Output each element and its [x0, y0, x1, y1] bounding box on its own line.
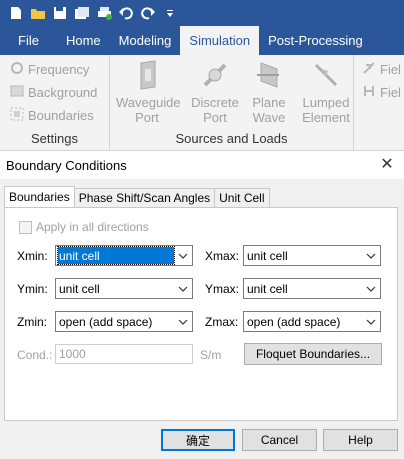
- tab-simulation[interactable]: Simulation: [180, 26, 260, 55]
- zmax-value: open (add space): [247, 314, 341, 329]
- xmin-label: Xmin:: [17, 249, 48, 263]
- xmax-value: unit cell: [247, 248, 288, 263]
- frequency-icon: [10, 61, 24, 78]
- apply-all-directions-label: Apply in all directions: [36, 220, 149, 234]
- apply-all-directions-checkbox[interactable]: Apply in all directions: [19, 220, 149, 234]
- lumped-element-icon: [310, 59, 342, 91]
- xmin-value: unit cell: [57, 246, 175, 265]
- chevron-down-icon: [174, 279, 192, 298]
- background-label: Background: [28, 84, 98, 100]
- ribbon-panel: Frequency Background Boundaries Settings…: [0, 55, 404, 151]
- boundaries-icon: [10, 107, 24, 124]
- field-label-1: Fiel: [380, 61, 401, 77]
- sources-and-loads-group: Waveguide Port Discrete Port Plane Wave …: [110, 55, 354, 151]
- dialog-titlebar: Boundary Conditions ✕: [0, 151, 404, 179]
- chevron-down-icon: [362, 246, 380, 265]
- tab-file[interactable]: File: [0, 26, 57, 55]
- tab-unit-cell[interactable]: Unit Cell: [214, 188, 270, 207]
- tab-post-processing[interactable]: Post-Processing: [259, 26, 372, 55]
- boundaries-label: Boundaries: [28, 107, 94, 123]
- xmax-select[interactable]: unit cell: [243, 245, 381, 266]
- tab-home[interactable]: Home: [57, 26, 110, 55]
- quick-access-toolbar: [0, 0, 404, 26]
- field-monitor-icon: [362, 61, 376, 78]
- ymax-select[interactable]: unit cell: [243, 278, 381, 299]
- field-button-1[interactable]: Fiel: [362, 59, 401, 79]
- zmax-label: Zmax:: [205, 315, 239, 329]
- plane-wave-button[interactable]: Plane Wave: [238, 59, 300, 129]
- discrete-port-icon: [199, 59, 231, 91]
- new-file-icon[interactable]: [8, 5, 24, 21]
- tab-phase-shift[interactable]: Phase Shift/Scan Angles: [73, 188, 216, 207]
- help-button[interactable]: Help: [323, 429, 398, 451]
- tab-modeling[interactable]: Modeling: [110, 26, 181, 55]
- ymax-label: Ymax:: [205, 282, 240, 296]
- dialog-title: Boundary Conditions: [6, 157, 127, 173]
- xmax-label: Xmax:: [205, 249, 240, 263]
- ymin-label: Ymin:: [17, 282, 48, 296]
- cond-unit-label: S/m: [200, 348, 222, 362]
- close-icon[interactable]: ✕: [378, 156, 396, 174]
- waveguide-port-label-1: Waveguide: [116, 95, 181, 110]
- save-all-icon[interactable]: [74, 5, 90, 21]
- zmin-select[interactable]: open (add space): [55, 311, 193, 332]
- frequency-button[interactable]: Frequency: [10, 59, 89, 79]
- ymin-value: unit cell: [59, 281, 100, 296]
- plane-wave-icon: [253, 59, 285, 91]
- undo-icon[interactable]: [118, 5, 134, 21]
- xmin-select[interactable]: unit cell: [55, 245, 193, 266]
- background-button[interactable]: Background: [10, 82, 97, 102]
- ribbon-tabs: File Home Modeling Simulation Post-Proce…: [0, 26, 404, 55]
- ymin-select[interactable]: unit cell: [55, 278, 193, 299]
- field-probe-icon: [362, 84, 376, 101]
- zmax-select[interactable]: open (add space): [243, 311, 381, 332]
- boundaries-button[interactable]: Boundaries: [10, 105, 94, 125]
- floquet-boundaries-button[interactable]: Floquet Boundaries...: [244, 343, 382, 365]
- field-label-2: Fiel: [380, 84, 401, 100]
- ymax-value: unit cell: [247, 281, 288, 296]
- boundary-conditions-dialog: Boundaries Phase Shift/Scan Angles Unit …: [0, 179, 404, 459]
- discrete-port-button[interactable]: Discrete Port: [184, 59, 246, 129]
- checkbox-box[interactable]: [19, 220, 32, 234]
- lumped-element-button[interactable]: Lumped Element: [295, 59, 357, 129]
- settings-group-label: Settings: [31, 131, 78, 146]
- waveguide-port-label-2: Port: [135, 110, 159, 125]
- zmin-value: open (add space): [59, 314, 153, 329]
- waveguide-port-icon: [131, 59, 163, 91]
- chevron-down-icon: [362, 312, 380, 331]
- customize-icon[interactable]: [162, 5, 178, 21]
- settings-group: Frequency Background Boundaries Settings: [0, 55, 110, 151]
- cond-label: Cond.:: [17, 348, 53, 362]
- discrete-port-label-2: Port: [203, 110, 227, 125]
- chevron-down-icon: [174, 312, 192, 331]
- conductivity-input[interactable]: 1000: [55, 344, 193, 364]
- sources-and-loads-group-label: Sources and Loads: [175, 131, 288, 146]
- background-icon: [10, 84, 24, 101]
- save-icon[interactable]: [52, 5, 68, 21]
- chevron-down-icon: [362, 279, 380, 298]
- dialog-tabs: Boundaries Phase Shift/Scan Angles Unit …: [4, 186, 270, 208]
- lumped-element-label-1: Lumped: [302, 95, 350, 110]
- ok-button[interactable]: 确定: [161, 429, 235, 451]
- plane-wave-label-1: Plane: [252, 95, 286, 110]
- cancel-button[interactable]: Cancel: [242, 429, 317, 451]
- field-button-2[interactable]: Fiel: [362, 82, 401, 102]
- plane-wave-label-2: Wave: [252, 110, 286, 125]
- tab-boundaries[interactable]: Boundaries: [4, 186, 75, 207]
- open-folder-icon[interactable]: [30, 5, 46, 21]
- print-icon[interactable]: [96, 5, 112, 21]
- redo-icon[interactable]: [140, 5, 156, 21]
- waveguide-port-button[interactable]: Waveguide Port: [116, 59, 181, 129]
- frequency-label: Frequency: [28, 61, 90, 77]
- lumped-element-label-2: Element: [302, 110, 350, 125]
- chevron-down-icon: [174, 246, 192, 265]
- field-group: Fiel Fiel: [354, 55, 404, 151]
- discrete-port-label-1: Discrete: [191, 95, 239, 110]
- zmin-label: Zmin:: [17, 315, 47, 329]
- boundaries-panel: Apply in all directions Xmin: unit cell …: [4, 207, 398, 421]
